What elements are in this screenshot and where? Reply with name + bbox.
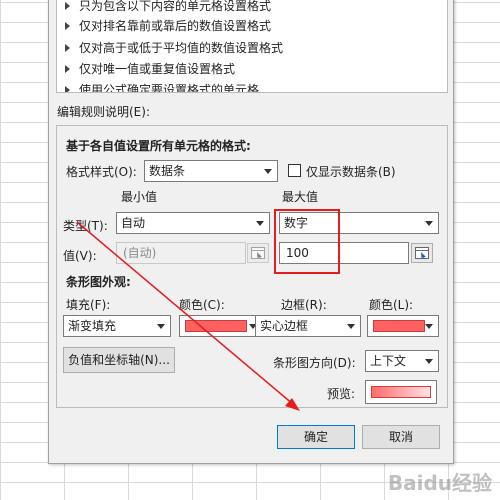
watermark-text: Baidu经验	[387, 471, 492, 495]
annotation-arrow	[76, 221, 300, 411]
